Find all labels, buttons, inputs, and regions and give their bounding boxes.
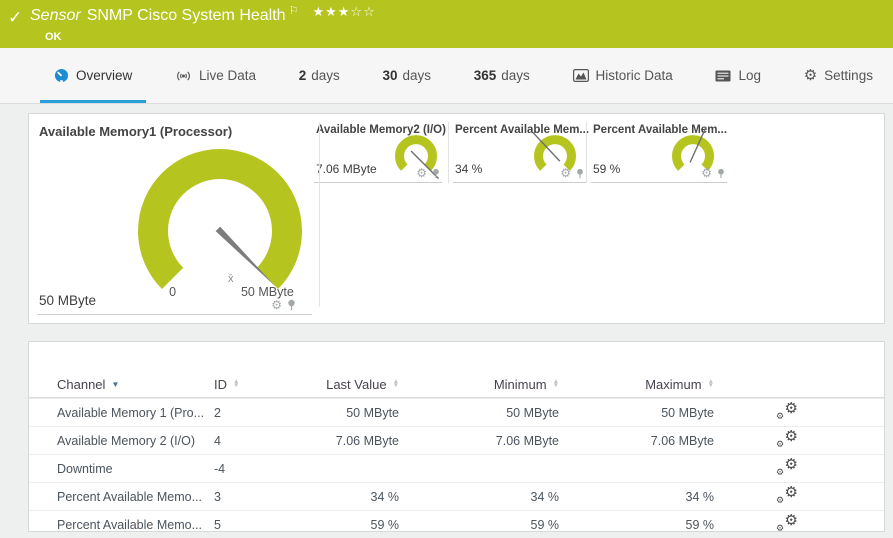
gauge-chart-main: x̄ 0 50 MByte	[120, 146, 320, 314]
settings-gear-icon: ⚙	[804, 68, 817, 83]
table-row: Available Memory 1 (Pro... 2 50 MByte 50…	[29, 398, 884, 426]
tab-historic-data[interactable]: Historic Data	[559, 48, 687, 103]
channel-settings-icon[interactable]: ⚙⚙	[776, 458, 798, 476]
cell-minimum: 50 MByte	[399, 406, 559, 420]
pin-icon[interactable]	[432, 168, 440, 179]
status-check-icon: ✓	[8, 8, 22, 28]
gauge-settings-gear-icon[interactable]: ⚙	[701, 167, 712, 179]
log-icon	[715, 70, 731, 82]
cell-maximum: 7.06 MByte	[559, 434, 714, 448]
average-marker: x̄	[228, 273, 234, 285]
channel-settings-icon[interactable]: ⚙⚙	[776, 430, 798, 448]
rating-stars[interactable]: ★★★☆☆	[312, 4, 375, 19]
gauge-icon	[54, 68, 69, 83]
cell-id: 3	[214, 490, 294, 504]
gauge-tile-percent-available-memory-1: Percent Available Mem... 34 % ⚙	[453, 122, 586, 183]
cell-last-value: 7.06 MByte	[294, 434, 399, 448]
table-row: Percent Available Memo... 5 59 % 59 % 59…	[29, 510, 884, 538]
cell-minimum: 34 %	[399, 490, 559, 504]
cell-maximum: 50 MByte	[559, 406, 714, 420]
sort-icon: ▲▼	[708, 380, 714, 389]
gauge-settings-gear-icon[interactable]: ⚙	[271, 299, 282, 311]
gauge-scale-max: 50 MByte	[241, 285, 294, 299]
gauge-settings-gear-icon[interactable]: ⚙	[416, 167, 427, 179]
gauge-value: 59 %	[593, 162, 620, 176]
cell-minimum: 59 %	[399, 518, 559, 532]
cell-channel: Available Memory 2 (I/O)	[57, 434, 214, 448]
gauge-title: Available Memory1 (Processor)	[39, 124, 232, 139]
sort-desc-icon: ▼	[111, 380, 119, 389]
cell-maximum: 34 %	[559, 490, 714, 504]
column-header-minimum[interactable]: Minimum ▲▼	[399, 377, 559, 392]
tab-overview[interactable]: Overview	[40, 48, 146, 103]
flag-icon[interactable]: ⚐	[289, 5, 299, 17]
tile-divider	[586, 122, 587, 183]
tab-settings[interactable]: ⚙ Settings	[790, 48, 887, 103]
pin-icon[interactable]	[576, 168, 584, 179]
channels-table: Channel ▼ ID ▲▼ Last Value ▲▼ Minimum ▲▼…	[29, 371, 884, 538]
sort-icon: ▲▼	[233, 380, 239, 389]
gauge-tile-available-memory2: Available Memory2 (I/O) 7.06 MByte ⚙	[314, 122, 442, 183]
channels-table-panel: Channel ▼ ID ▲▼ Last Value ▲▼ Minimum ▲▼…	[28, 341, 885, 532]
column-header-last-value[interactable]: Last Value ▲▼	[294, 377, 399, 392]
historic-data-icon	[573, 69, 589, 82]
channel-settings-icon[interactable]: ⚙⚙	[776, 486, 798, 504]
tab-live-data[interactable]: Live Data	[161, 48, 270, 103]
cell-channel: Percent Available Memo...	[57, 490, 214, 504]
gauge-settings-gear-icon[interactable]: ⚙	[560, 167, 571, 179]
live-data-icon	[175, 69, 192, 83]
channel-settings-icon[interactable]: ⚙⚙	[776, 402, 798, 420]
pin-icon[interactable]	[287, 299, 296, 311]
cell-channel: Percent Available Memo...	[57, 518, 214, 532]
table-row: Percent Available Memo... 3 34 % 34 % 34…	[29, 482, 884, 510]
gauge-scale-min: 0	[169, 285, 176, 299]
cell-channel: Available Memory 1 (Pro...	[57, 406, 214, 420]
tab-log[interactable]: Log	[701, 48, 775, 103]
cell-channel: Downtime	[57, 462, 214, 476]
column-header-channel[interactable]: Channel ▼	[57, 377, 214, 392]
page-title: SNMP Cisco System Health	[87, 7, 286, 24]
sensor-kind-label: Sensor	[30, 7, 81, 24]
gauge-value: 7.06 MByte	[316, 162, 377, 176]
tab-bar: Overview Live Data 2 days 30 days 365 da…	[0, 48, 893, 104]
tab-2-days[interactable]: 2 days	[285, 48, 354, 103]
sensor-title-line: Sensor SNMP Cisco System Health⚐ ★★★☆☆	[30, 7, 376, 25]
tile-divider	[319, 122, 320, 307]
cell-id: 5	[214, 518, 294, 532]
tile-divider	[448, 122, 449, 183]
column-header-id[interactable]: ID ▲▼	[214, 377, 294, 392]
column-header-maximum[interactable]: Maximum ▲▼	[559, 377, 714, 392]
tab-365-days[interactable]: 365 days	[460, 48, 544, 103]
cell-minimum: 7.06 MByte	[399, 434, 559, 448]
gauge-value: 34 %	[455, 162, 482, 176]
gauges-panel: Available Memory1 (Processor) x̄ 0 50 MB…	[28, 113, 885, 324]
cell-id: -4	[214, 462, 294, 476]
cell-last-value: 50 MByte	[294, 406, 399, 420]
tab-30-days[interactable]: 30 days	[368, 48, 445, 103]
pin-icon[interactable]	[717, 168, 725, 179]
table-row: Downtime -4 ⚙⚙	[29, 454, 884, 482]
cell-last-value: 34 %	[294, 490, 399, 504]
gauge-tile-percent-available-memory-2: Percent Available Mem... 59 % ⚙	[591, 122, 727, 183]
table-header-row: Channel ▼ ID ▲▼ Last Value ▲▼ Minimum ▲▼…	[29, 371, 884, 398]
gauge-tile-available-memory1: Available Memory1 (Processor) x̄ 0 50 MB…	[37, 122, 312, 315]
cell-id: 4	[214, 434, 294, 448]
channel-settings-icon[interactable]: ⚙⚙	[776, 514, 798, 532]
sensor-header: ✓ Sensor SNMP Cisco System Health⚐ ★★★☆☆ O…	[0, 0, 893, 48]
cell-id: 2	[214, 406, 294, 420]
status-badge: OK	[45, 31, 62, 43]
cell-last-value: 59 %	[294, 518, 399, 532]
gauge-value: 50 MByte	[39, 293, 96, 308]
cell-maximum: 59 %	[559, 518, 714, 532]
table-row: Available Memory 2 (I/O) 4 7.06 MByte 7.…	[29, 426, 884, 454]
